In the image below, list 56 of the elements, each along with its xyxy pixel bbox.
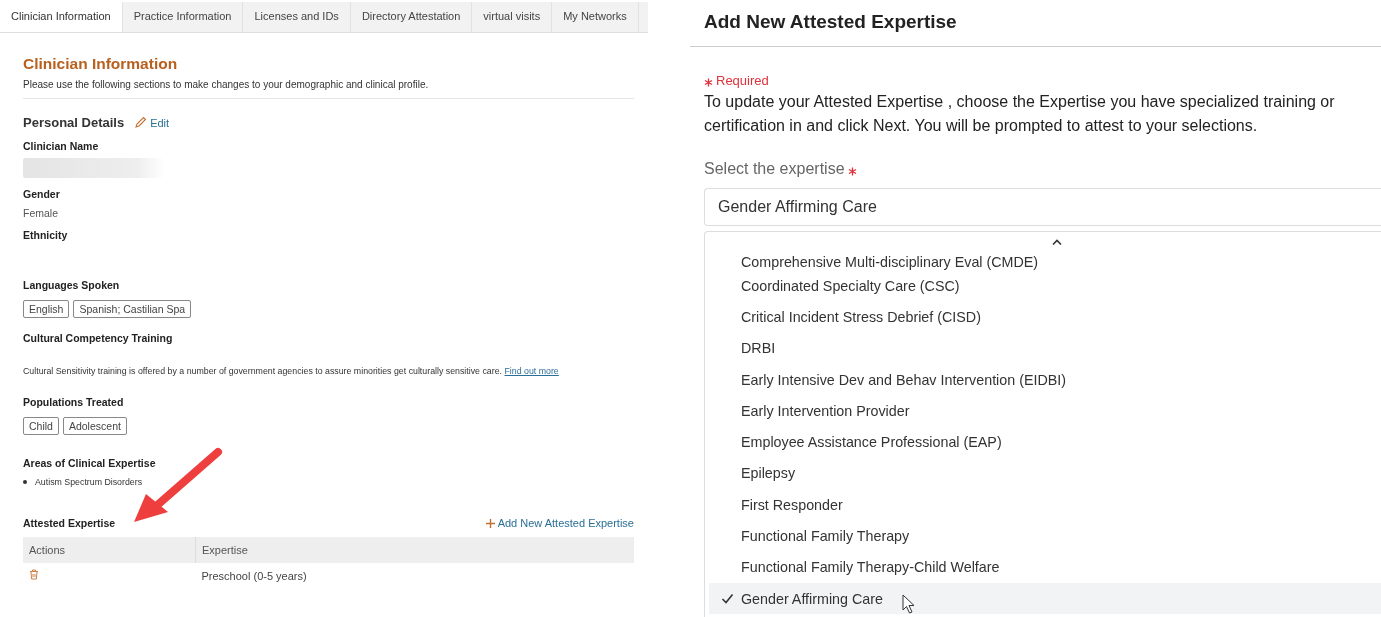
field-label: Clinician Name <box>23 140 100 152</box>
tab[interactable]: virtual visits <box>472 2 553 32</box>
field-value: Female <box>23 207 59 219</box>
check-icon <box>721 593 734 605</box>
tab[interactable]: My Networks <box>552 2 639 32</box>
description-text: To update your Attested Expertise , choose the Expertise you have specialized training or certification in and click Next. You will be prompted to attest to your selections. <box>704 92 1336 136</box>
field-label: Populations Treated <box>23 396 125 408</box>
chevron-up-icon[interactable] <box>1051 238 1063 246</box>
column-header: Expertise <box>195 537 634 563</box>
dropdown-option[interactable]: Comprehensive Multi-disciplinary Eval (CMDE) <box>705 244 1381 270</box>
asterisk-icon <box>704 78 713 87</box>
field-label: Gender <box>23 188 61 200</box>
dropdown-option[interactable]: Gender Affirming Care <box>709 582 1381 615</box>
table-cell: Preschool (0-5 years) <box>195 563 634 588</box>
dropdown-option[interactable]: Functional Family Therapy <box>705 520 1381 552</box>
dropdown-option[interactable]: Early Intensive Dev and Behav Intervention (EIDBI) <box>705 363 1381 396</box>
section-title: Attested Expertise <box>23 517 116 529</box>
dropdown-option[interactable]: Employee Assistance Professional (EAP) <box>705 426 1381 458</box>
field-label: Languages Spoken <box>23 279 121 291</box>
tab[interactable]: Directory Attestation <box>350 2 473 32</box>
intro-text: Please use the following sections to make changes to your demographic and clinical profile. <box>23 79 634 99</box>
field-label: Cultural Competency Training <box>23 332 174 344</box>
dropdown-option[interactable]: Early Intervention Provider <box>705 395 1381 427</box>
tab[interactable]: Licenses and IDs <box>243 2 351 32</box>
dropdown-option[interactable]: First Responder <box>705 489 1381 521</box>
field-label: Select the expertise <box>704 160 845 178</box>
dropdown-option[interactable]: Epilepsy <box>705 457 1381 490</box>
tag: Child <box>23 417 59 435</box>
dialog-title: Add New Attested Expertise <box>690 0 1381 47</box>
section-title: Personal Details <box>23 115 125 130</box>
tag: English <box>23 300 70 318</box>
page-title: Clinician Information <box>23 55 179 73</box>
dropdown-option[interactable]: Critical Incident Stress Debrief (CISD) <box>705 301 1381 333</box>
bullet-icon <box>23 480 27 484</box>
column-header: Actions <box>23 537 196 563</box>
find-out-more-link[interactable]: Find out more <box>504 366 559 376</box>
tab[interactable]: Practice Information <box>122 2 244 32</box>
edit-link[interactable]: Edit <box>134 116 170 129</box>
field-label: Areas of Clinical Expertise <box>23 457 157 469</box>
dropdown-option[interactable]: Coordinated Specialty Care (CSC) <box>705 270 1381 302</box>
plus-icon <box>484 517 496 529</box>
pencil-icon <box>134 116 148 129</box>
dropdown-option[interactable]: DRBI <box>705 332 1381 364</box>
field-label: Ethnicity <box>23 229 69 241</box>
mouse-pointer-icon <box>902 593 916 614</box>
tag: Spanish; Castilian Spa <box>73 300 192 318</box>
dropdown-option[interactable]: Functional Family Therapy-Child Welfare <box>705 551 1381 583</box>
tag: Adolescent <box>62 417 127 435</box>
expertise-select[interactable]: Gender Affirming Care <box>704 188 1381 226</box>
info-paragraph: Cultural Sensitivity training is offered by a number of government agencies to assure minorities get culturally sensitive care. Find out more <box>23 366 560 376</box>
list-item: Autism Spectrum Disorders <box>35 477 143 487</box>
required-note: Required <box>716 73 769 88</box>
trash-icon[interactable] <box>29 569 39 580</box>
asterisk-icon <box>847 166 857 176</box>
add-expertise-link[interactable]: Add New Attested Expertise <box>484 517 634 529</box>
tab[interactable]: Clinician Information <box>0 2 123 32</box>
